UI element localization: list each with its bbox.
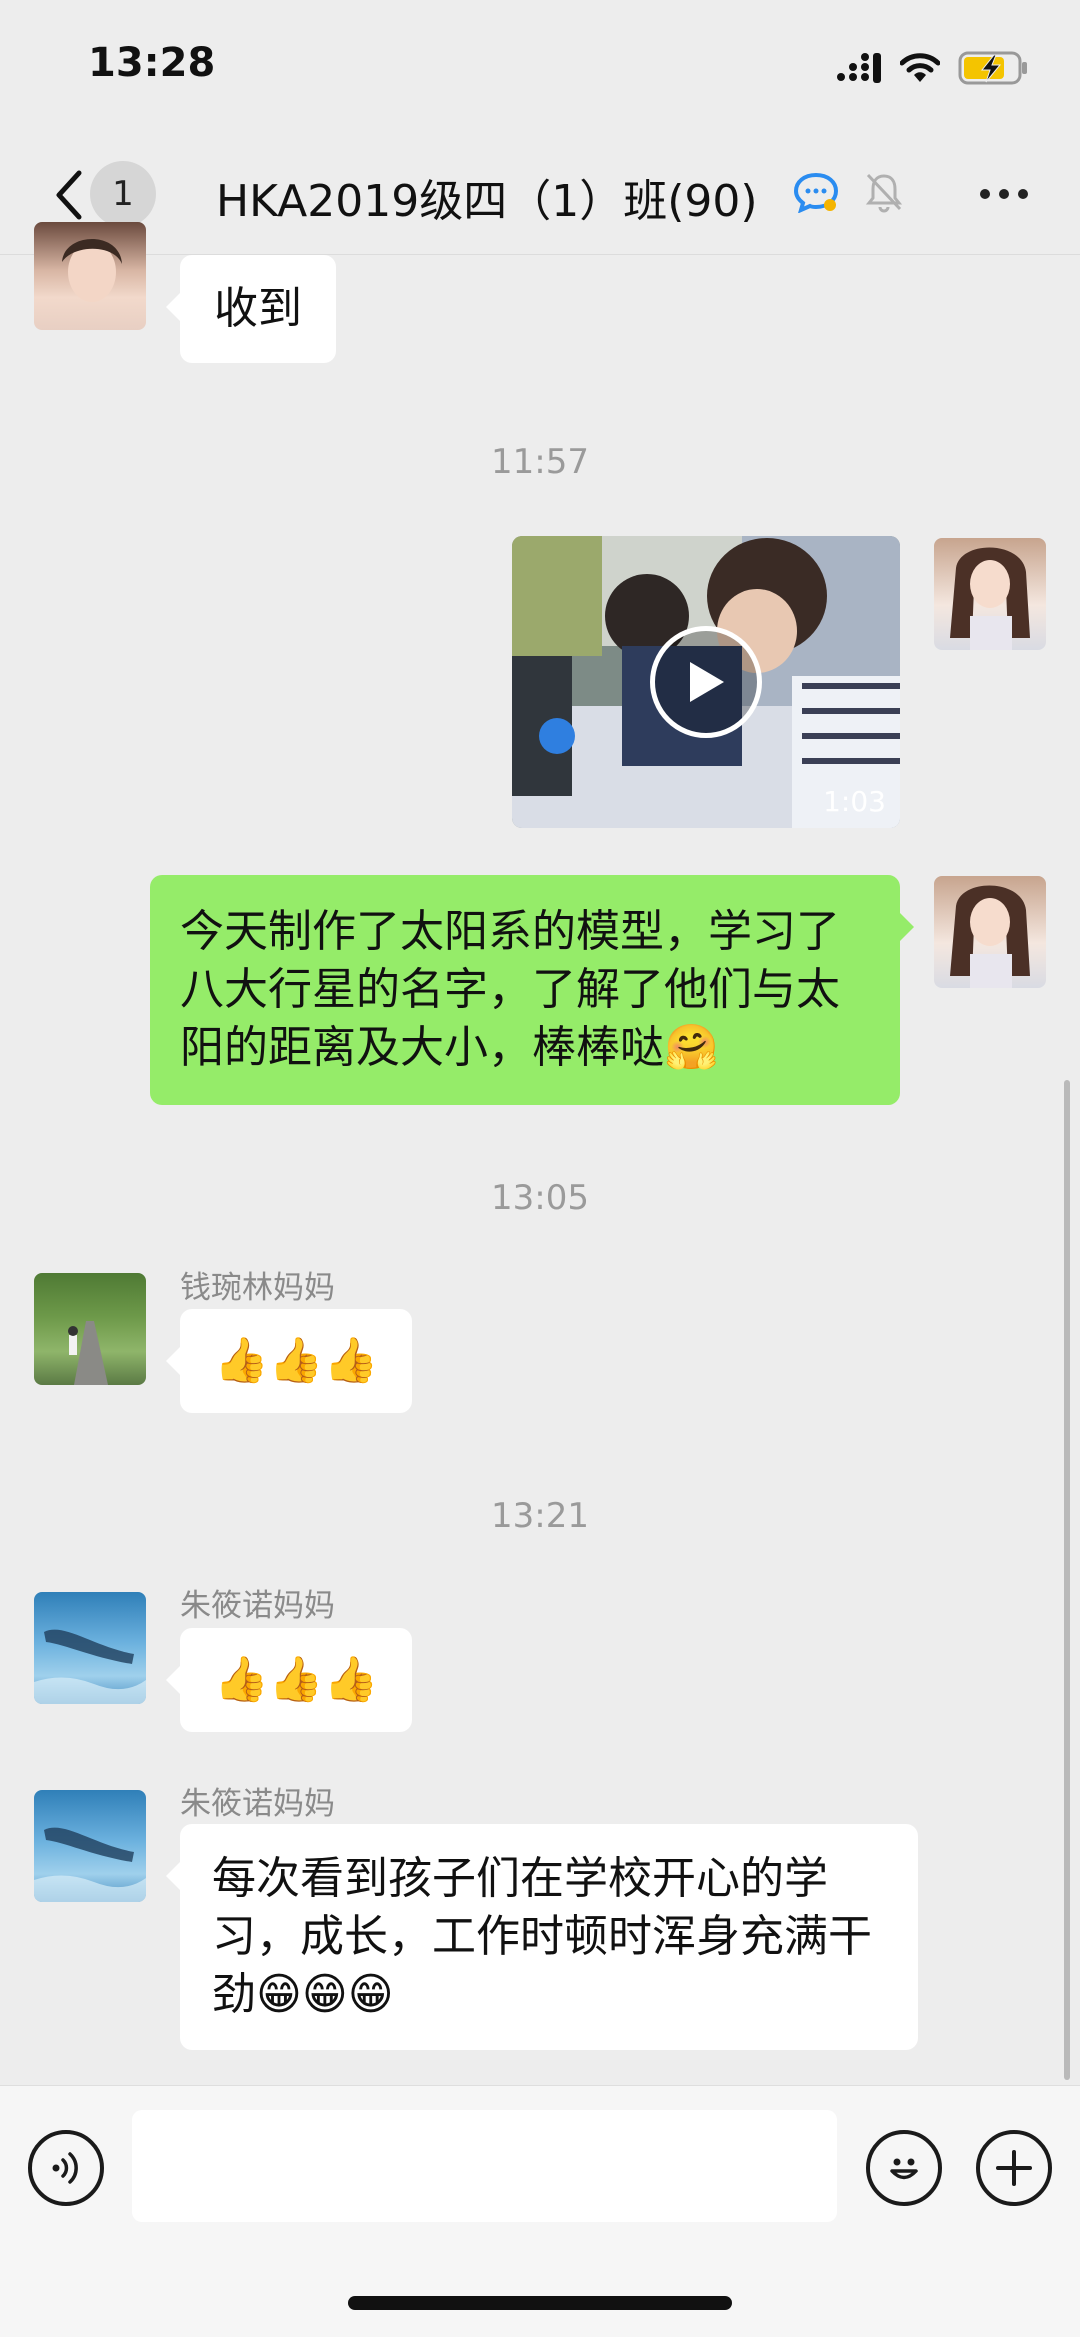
emoji-button[interactable] (866, 2130, 942, 2206)
chat-header: 1 HKA2019级四（1）班(90) (0, 135, 1080, 255)
message-text: 今天制作了太阳系的模型，学习了八大行星的名字，了解了他们与太阳的距离及大小，棒棒… (180, 906, 840, 1073)
sender-name: 钱琬林妈妈 (180, 1270, 335, 1306)
wifi-icon (900, 53, 940, 82)
plus-icon (996, 2150, 1032, 2186)
avatar[interactable] (34, 222, 146, 330)
mute-bell-icon (865, 173, 903, 213)
signal-icon (837, 53, 881, 83)
timestamp: 13:05 (491, 1178, 589, 1218)
message-bubble[interactable]: 今天制作了太阳系的模型，学习了八大行星的名字，了解了他们与太阳的距离及大小，棒棒… (150, 875, 914, 1105)
timestamp: 11:57 (491, 442, 589, 482)
battery-charging-icon (958, 51, 1027, 85)
status-bar: 13:28 (0, 0, 1080, 135)
chat-title: HKA2019级四（1）班(90) (216, 176, 758, 227)
chat-bubble-icon (793, 172, 839, 213)
hug-emoji: 🤗 (664, 1022, 719, 1073)
status-time: 13:28 (88, 40, 216, 86)
message-bubble[interactable]: 每次看到孩子们在学校开心的学习，成长，工作时顿时浑身充满干劲😁😁😁 (166, 1824, 918, 2050)
avatar[interactable] (934, 538, 1046, 650)
timestamp: 13:21 (491, 1496, 589, 1536)
unread-count-badge[interactable]: 1 (90, 161, 156, 227)
sender-name: 朱筱诺妈妈 (180, 1588, 335, 1624)
chevron-left-icon (56, 170, 82, 220)
message-bubble[interactable]: 收到 (166, 255, 336, 363)
message-text: 👍👍👍 (214, 1654, 379, 1705)
avatar[interactable] (934, 876, 1046, 988)
voice-button[interactable] (28, 2130, 104, 2206)
message-input[interactable] (132, 2110, 837, 2222)
voice-icon (52, 2152, 78, 2184)
play-button[interactable] (650, 626, 762, 738)
status-icons (836, 48, 1028, 88)
play-icon (690, 662, 724, 702)
scrollbar[interactable] (1064, 1080, 1070, 2080)
message-bubble[interactable]: 👍👍👍 (165, 1309, 413, 1413)
emoji-icon (890, 2158, 918, 2180)
sender-name: 朱筱诺妈妈 (180, 1786, 335, 1822)
more-options-button[interactable] (974, 169, 1034, 219)
message-text: 👍👍👍 (214, 1335, 379, 1386)
more-functions-button[interactable] (976, 2130, 1052, 2206)
message-text: 收到 (214, 283, 302, 334)
more-dots-icon (980, 189, 990, 199)
back-button[interactable] (38, 165, 98, 225)
avatar[interactable] (34, 1592, 146, 1704)
avatar[interactable] (34, 1273, 146, 1385)
avatar[interactable] (34, 1790, 146, 1902)
video-message[interactable]: 1:03 (512, 536, 900, 828)
grin-emoji: 😁😁😁 (256, 1969, 394, 2020)
message-bubble[interactable]: 👍👍👍 (165, 1628, 413, 1732)
video-duration: 1:03 (823, 785, 886, 818)
home-indicator[interactable] (348, 2296, 732, 2310)
